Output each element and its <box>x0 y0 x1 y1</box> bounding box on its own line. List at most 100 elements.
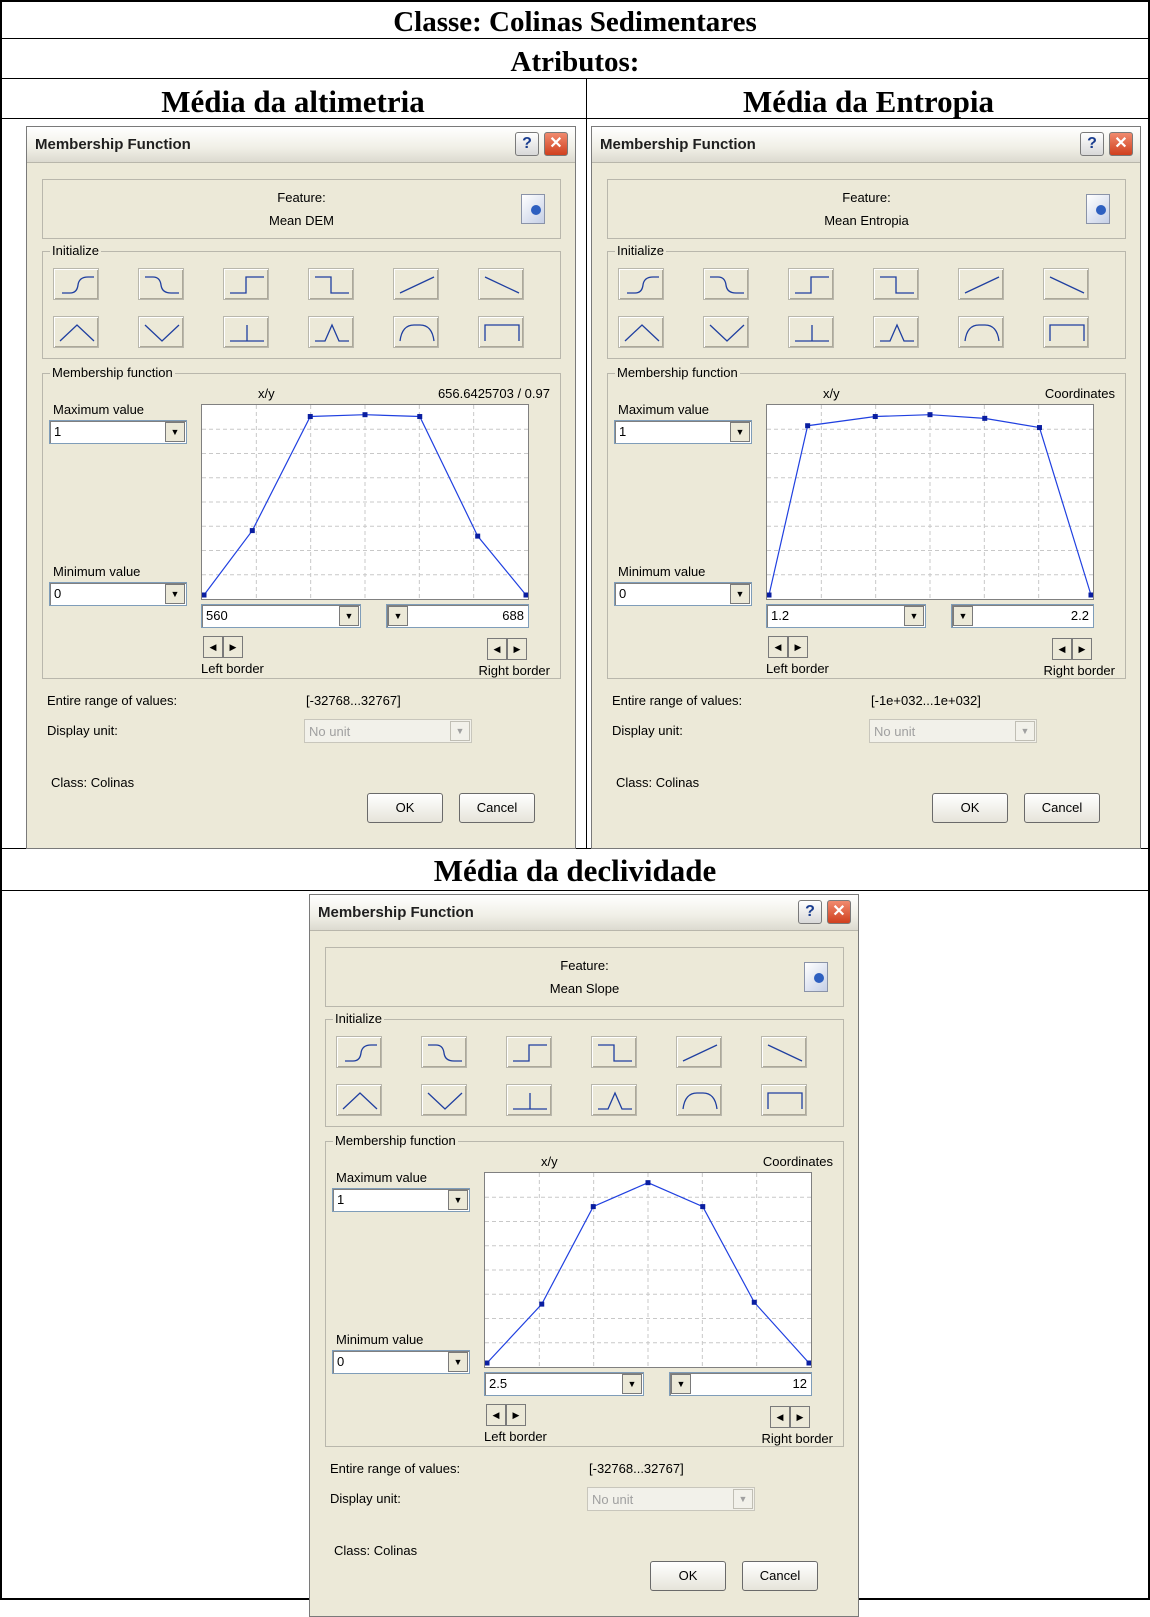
curve-point[interactable] <box>806 1360 812 1366</box>
membership-plot[interactable] <box>484 1172 812 1368</box>
arrow-left-icon[interactable]: ◀ <box>1052 638 1072 660</box>
membership-plot[interactable] <box>766 404 1094 600</box>
arrow-right-icon[interactable]: ▶ <box>790 1406 810 1428</box>
chevron-down-icon[interactable]: ▼ <box>339 606 359 626</box>
arrow-right-icon[interactable]: ▶ <box>1072 638 1092 660</box>
step-up-icon[interactable] <box>788 268 834 300</box>
arrow-left-icon[interactable]: ◀ <box>486 1404 506 1426</box>
chevron-down-icon[interactable]: ▼ <box>730 422 750 442</box>
curve-point[interactable] <box>202 592 207 598</box>
right-value-combo[interactable]: 2.2 ▼ <box>951 604 1094 628</box>
close-button[interactable]: ✕ <box>544 132 568 156</box>
feature-select-icon[interactable] <box>1086 194 1110 224</box>
arrow-left-icon[interactable]: ◀ <box>770 1406 790 1428</box>
singleton-icon[interactable] <box>788 316 834 348</box>
close-button[interactable]: ✕ <box>827 900 851 924</box>
curve-point[interactable] <box>982 415 988 421</box>
feature-select-icon[interactable] <box>521 194 545 224</box>
s-fall-icon[interactable] <box>703 268 749 300</box>
step-up-icon[interactable] <box>223 268 269 300</box>
max-value-combo[interactable]: 1 ▼ <box>49 420 187 444</box>
chevron-down-icon[interactable]: ▼ <box>388 606 408 626</box>
chevron-down-icon[interactable]: ▼ <box>733 1489 753 1509</box>
chevron-down-icon[interactable]: ▼ <box>1015 721 1035 741</box>
curve-point[interactable] <box>1088 592 1094 598</box>
curve-point[interactable] <box>485 1360 490 1366</box>
max-value-combo[interactable]: 1 ▼ <box>614 420 752 444</box>
v-shape-icon[interactable] <box>421 1084 467 1116</box>
min-value-combo[interactable]: 0 ▼ <box>614 582 752 606</box>
singleton-icon[interactable] <box>506 1084 552 1116</box>
help-button[interactable]: ? <box>1080 132 1104 156</box>
curve-point[interactable] <box>872 414 878 420</box>
left-value-combo[interactable]: 1.2 ▼ <box>766 604 926 628</box>
curve-point[interactable] <box>539 1301 545 1307</box>
display-unit-combo[interactable]: No unit ▼ <box>304 719 472 743</box>
cancel-button[interactable]: Cancel <box>459 793 535 823</box>
triangle-icon[interactable] <box>53 316 99 348</box>
right-value-combo[interactable]: 688 ▼ <box>386 604 529 628</box>
step-down-icon[interactable] <box>308 268 354 300</box>
triangle-icon[interactable] <box>336 1084 382 1116</box>
s-rise-icon[interactable] <box>53 268 99 300</box>
right-border-spinner[interactable]: ◀ ▶ <box>770 1406 810 1428</box>
chevron-down-icon[interactable]: ▼ <box>165 422 185 442</box>
gaussian-icon[interactable] <box>308 316 354 348</box>
step-up-icon[interactable] <box>506 1036 552 1068</box>
help-button[interactable]: ? <box>515 132 539 156</box>
trapezoid-icon[interactable] <box>676 1084 722 1116</box>
trapezoid-icon[interactable] <box>958 316 1004 348</box>
curve-point[interactable] <box>475 533 481 539</box>
membership-plot[interactable] <box>201 404 529 600</box>
triangle-icon[interactable] <box>618 316 664 348</box>
curve-point[interactable] <box>805 423 811 429</box>
linear-up-icon[interactable] <box>958 268 1004 300</box>
arrow-left-icon[interactable]: ◀ <box>768 636 788 658</box>
curve-point[interactable] <box>417 414 423 420</box>
chevron-down-icon[interactable]: ▼ <box>671 1374 691 1394</box>
left-border-spinner[interactable]: ◀ ▶ <box>203 636 243 658</box>
linear-down-icon[interactable] <box>761 1036 807 1068</box>
linear-down-icon[interactable] <box>478 268 524 300</box>
linear-up-icon[interactable] <box>393 268 439 300</box>
linear-down-icon[interactable] <box>1043 268 1089 300</box>
close-button[interactable]: ✕ <box>1109 132 1133 156</box>
gaussian-icon[interactable] <box>591 1084 637 1116</box>
curve-point[interactable] <box>927 412 933 418</box>
step-down-icon[interactable] <box>873 268 919 300</box>
display-unit-combo[interactable]: No unit ▼ <box>587 1487 755 1511</box>
feature-select-icon[interactable] <box>804 962 828 992</box>
rectangle-icon[interactable] <box>761 1084 807 1116</box>
left-border-spinner[interactable]: ◀ ▶ <box>768 636 808 658</box>
chevron-down-icon[interactable]: ▼ <box>165 584 185 604</box>
chevron-down-icon[interactable]: ▼ <box>904 606 924 626</box>
trapezoid-icon[interactable] <box>393 316 439 348</box>
arrow-right-icon[interactable]: ▶ <box>507 638 527 660</box>
left-border-spinner[interactable]: ◀ ▶ <box>486 1404 526 1426</box>
right-value-combo[interactable]: 12 ▼ <box>669 1372 812 1396</box>
step-down-icon[interactable] <box>591 1036 637 1068</box>
right-border-spinner[interactable]: ◀ ▶ <box>1052 638 1092 660</box>
v-shape-icon[interactable] <box>138 316 184 348</box>
min-value-combo[interactable]: 0 ▼ <box>49 582 187 606</box>
v-shape-icon[interactable] <box>703 316 749 348</box>
help-button[interactable]: ? <box>798 900 822 924</box>
title-bar[interactable]: Membership Function ? ✕ <box>592 127 1140 163</box>
s-rise-icon[interactable] <box>618 268 664 300</box>
curve-point[interactable] <box>700 1204 706 1210</box>
arrow-left-icon[interactable]: ◀ <box>203 636 223 658</box>
arrow-right-icon[interactable]: ▶ <box>506 1404 526 1426</box>
curve-point[interactable] <box>645 1180 651 1186</box>
gaussian-icon[interactable] <box>873 316 919 348</box>
min-value-combo[interactable]: 0 ▼ <box>332 1350 470 1374</box>
ok-button[interactable]: OK <box>932 793 1008 823</box>
cancel-button[interactable]: Cancel <box>1024 793 1100 823</box>
linear-up-icon[interactable] <box>676 1036 722 1068</box>
s-rise-icon[interactable] <box>336 1036 382 1068</box>
left-value-combo[interactable]: 560 ▼ <box>201 604 361 628</box>
chevron-down-icon[interactable]: ▼ <box>730 584 750 604</box>
curve-point[interactable] <box>523 592 529 598</box>
arrow-left-icon[interactable]: ◀ <box>487 638 507 660</box>
s-fall-icon[interactable] <box>138 268 184 300</box>
curve-point[interactable] <box>307 414 313 420</box>
